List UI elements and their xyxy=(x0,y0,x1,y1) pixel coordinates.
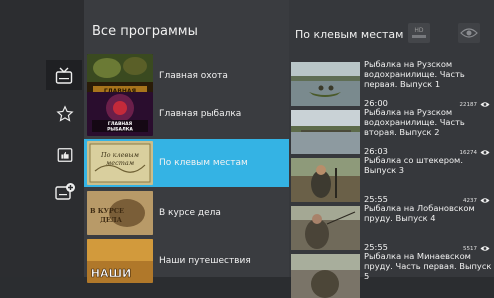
program-thumbnail: ГЛАВНАЯ РЫБАЛКА xyxy=(87,92,153,136)
svg-text:ГЛАВНАЯ: ГЛАВНАЯ xyxy=(108,121,133,127)
thumbs-up-icon xyxy=(57,148,73,162)
program-item-selected[interactable]: По клевым местам По клевым местам xyxy=(84,139,289,187)
episode-thumbnail xyxy=(291,110,360,154)
program-thumbnail: В КУРСЕ ДЕЛА xyxy=(87,191,153,235)
episode-item[interactable]: Рыбалка на Рузском водохранилище. Часть … xyxy=(291,58,494,108)
episode-title: Рыбалка на Рузском водохранилище. Часть … xyxy=(364,59,465,89)
programs-panel: Все программы ГЛАВНАЯ Главная охота ГЛАВ… xyxy=(84,0,289,283)
eye-icon xyxy=(458,23,480,43)
episode-item[interactable]: Рыбалка на Рузском водохранилище. Часть … xyxy=(291,106,494,156)
hd-icon: HD xyxy=(408,23,430,43)
svg-text:РЫБАЛКА: РЫБАЛКА xyxy=(107,127,133,133)
episode-thumbnail xyxy=(291,206,360,250)
program-thumbnail: По клевым местам xyxy=(87,141,153,185)
episode-title: Рыбалка со штекером. Выпуск 3 xyxy=(364,155,463,175)
sidebar-item-add[interactable] xyxy=(51,180,79,204)
sidebar-item-favorites[interactable] xyxy=(51,102,79,126)
star-icon xyxy=(56,105,74,122)
program-item[interactable]: ГЛАВНАЯ РЫБАЛКА Главная рыбалка xyxy=(84,90,289,138)
program-label: Главная охота xyxy=(159,71,228,81)
program-label: В курсе дела xyxy=(159,208,221,218)
program-label: По клевым местам xyxy=(159,158,248,168)
episodes-panel: По клевым местам HD Рыбалка на Рузском в… xyxy=(289,0,494,298)
program-label: Наши путешествия xyxy=(159,256,251,266)
svg-text:ДЕЛА: ДЕЛА xyxy=(100,216,122,224)
episode-title: Рыбалка на Лобановском пруду. Выпуск 4 xyxy=(364,203,475,223)
episode-item[interactable]: Рыбалка на Лобановском пруду. Выпуск 4 2… xyxy=(291,202,494,252)
programs-title: Все программы xyxy=(92,24,198,39)
hd-button[interactable]: HD xyxy=(403,19,435,47)
sidebar xyxy=(0,0,84,277)
episode-thumbnail xyxy=(291,62,360,106)
svg-text:По клевым: По клевым xyxy=(100,151,139,159)
tv-icon xyxy=(55,67,73,84)
program-thumbnail: НАШИ xyxy=(87,239,153,283)
add-channel-icon xyxy=(55,183,75,200)
svg-text:местам: местам xyxy=(106,159,134,167)
sidebar-item-tv[interactable] xyxy=(46,60,82,90)
program-label: Главная рыбалка xyxy=(159,109,242,119)
episode-item[interactable]: Рыбалка на Минаевском пруду. Часть перва… xyxy=(291,250,494,298)
view-toggle-button[interactable] xyxy=(453,19,485,47)
sidebar-item-liked[interactable] xyxy=(51,143,79,167)
episode-item[interactable]: Рыбалка со штекером. Выпуск 3 25:55 4237 xyxy=(291,154,494,204)
program-item[interactable]: НАШИ Наши путешествия xyxy=(84,237,289,285)
svg-text:В КУРСЕ: В КУРСЕ xyxy=(90,207,124,215)
svg-text:НАШИ: НАШИ xyxy=(91,267,132,280)
episode-thumbnail xyxy=(291,254,360,298)
episode-thumbnail xyxy=(291,158,360,202)
program-item[interactable]: В КУРСЕ ДЕЛА В курсе дела xyxy=(84,189,289,237)
episode-title: Рыбалка на Рузском водохранилище. Часть … xyxy=(364,107,465,137)
episodes-title: По клевым местам xyxy=(295,28,404,41)
svg-text:HD: HD xyxy=(414,27,424,34)
